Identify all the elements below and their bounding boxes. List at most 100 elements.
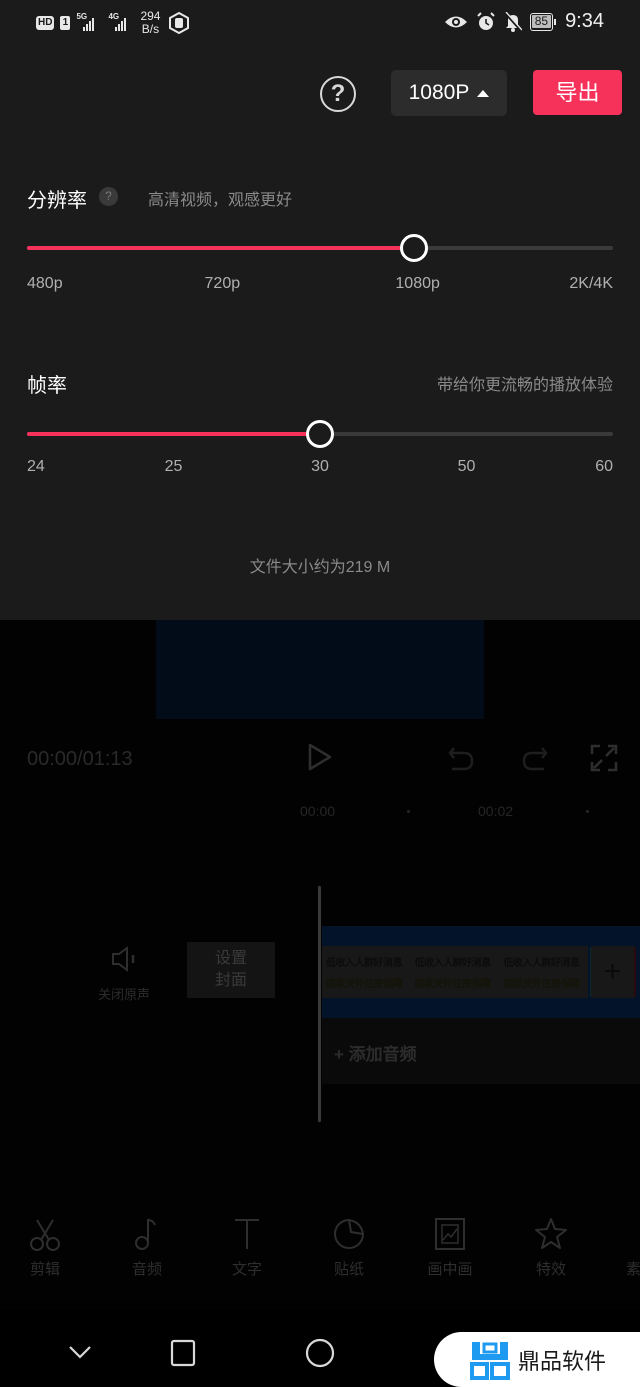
- editor-background: 00:00/01:13 00:00 00:02 关闭原声 设置 封面 低收入人群…: [0, 620, 640, 1310]
- resolution-options: 480p 720p 1080p 2K/4K: [27, 275, 613, 297]
- eye-comfort-icon: [444, 16, 467, 27]
- resolution-option[interactable]: 1080p: [395, 275, 440, 293]
- nav-back-chevron-icon[interactable]: [68, 1344, 92, 1360]
- network-speed: 294 B/s: [140, 10, 160, 36]
- video-clip[interactable]: 低收入人群好消息 国家关怀住房保障 低收入人群好消息 国家关怀住房保障 低收入人…: [322, 946, 588, 998]
- notifications-off-icon: [503, 11, 522, 32]
- audio-track: + 添加音频: [322, 1018, 640, 1084]
- tool-label: 特效: [535, 1261, 566, 1278]
- video-track: 低收入人群好消息 国家关怀住房保障 低收入人群好消息 国家关怀住房保障 低收入人…: [322, 926, 640, 1018]
- frame-rate-option[interactable]: 50: [458, 458, 476, 476]
- resolution-slider-thumb[interactable]: [399, 234, 428, 262]
- fullscreen-icon[interactable]: [590, 744, 618, 772]
- signal-4g-icon: 4G: [108, 12, 128, 31]
- watermark-badge: 鼎品软件: [434, 1332, 640, 1387]
- frame-rate-options: 24 25 30 50 60: [27, 458, 613, 480]
- status-bar: HD 1 5G 4G 294 B/s 85 9:34: [0, 0, 640, 48]
- music-note-icon: [135, 1218, 156, 1250]
- sticker-icon: [334, 1218, 365, 1249]
- alarm-icon: [476, 11, 495, 30]
- nav-recents-icon[interactable]: [170, 1339, 196, 1367]
- add-audio-button[interactable]: + 添加音频: [334, 1040, 417, 1065]
- mute-original-sound-button[interactable]: 关闭原声: [92, 945, 156, 1003]
- frame-rate-option[interactable]: 60: [595, 458, 613, 476]
- resolution-dropdown-value: 1080P: [408, 81, 470, 104]
- frame-text: 低收入人群好消息: [414, 958, 491, 969]
- battery-level: 85: [531, 15, 552, 28]
- signal-5g-icon: 5G: [76, 12, 98, 31]
- star-effect-icon: [535, 1218, 567, 1249]
- clip-frame: 低收入人群好消息 国家关怀住房保障: [499, 946, 588, 998]
- timeline-playhead[interactable]: [318, 886, 321, 1122]
- frame-rate-subtitle: 带给你更流畅的播放体验: [436, 377, 613, 394]
- resolution-option[interactable]: 2K/4K: [569, 275, 613, 293]
- clip-frame: 低收入人群好消息 国家关怀住房保障: [322, 946, 411, 998]
- frame-rate-option[interactable]: 25: [165, 458, 183, 476]
- frame-rate-option[interactable]: 24: [27, 458, 45, 476]
- playback-timecode: 00:00/01:13: [27, 748, 133, 770]
- frame-rate-option[interactable]: 30: [311, 458, 329, 476]
- tool-label: 贴纸: [333, 1261, 364, 1278]
- dingpin-logo-icon: [470, 1341, 510, 1380]
- frame-rate-title: 帧率: [27, 375, 67, 397]
- hand-shield-icon: [169, 12, 190, 34]
- cover-label: 设置: [214, 950, 247, 967]
- scissors-icon: [30, 1219, 60, 1251]
- hd-voice-icon: HD: [36, 16, 55, 30]
- tool-label: 音频: [131, 1261, 162, 1278]
- tool-effects[interactable]: 特效: [516, 1216, 586, 1279]
- frame-text: 低收入人群好消息: [503, 958, 580, 969]
- play-icon[interactable]: [306, 742, 334, 772]
- system-nav-bar: 鼎品软件: [0, 1310, 640, 1387]
- frame-text: 国家关怀住房保障: [326, 979, 402, 990]
- video-preview: [156, 620, 484, 719]
- network-type-label: 5G: [76, 12, 88, 21]
- resolution-option[interactable]: 480p: [27, 275, 63, 293]
- speed-unit: B/s: [141, 22, 160, 36]
- editor-toolbar: 剪辑 音频 文字 贴纸 画中画 特效 素: [0, 1216, 640, 1296]
- export-button[interactable]: 导出: [533, 70, 622, 115]
- frame-text: 国家关怀住房保障: [414, 979, 491, 990]
- resolution-slider-fill: [27, 246, 414, 250]
- add-clip-button[interactable]: +: [590, 946, 636, 998]
- ruler-mark: 00:00: [300, 803, 336, 819]
- nav-home-icon[interactable]: [305, 1338, 335, 1368]
- caret-up-icon: [477, 89, 490, 97]
- tool-material[interactable]: 素: [614, 1216, 640, 1279]
- export-settings-panel: ? 1080P 导出 分辨率 ? 高清视频，观感更好 480p 720p 1080p…: [0, 48, 640, 620]
- ruler-dot: [407, 810, 410, 813]
- tool-text[interactable]: 文字: [212, 1216, 282, 1279]
- resolution-option[interactable]: 720p: [205, 275, 241, 293]
- battery-icon: 85: [529, 12, 557, 31]
- sim-card-icon: 1: [60, 16, 71, 30]
- help-button[interactable]: ?: [320, 76, 356, 112]
- redo-icon[interactable]: [520, 744, 550, 774]
- estimated-file-size: 文件大小约为219 M: [249, 559, 391, 576]
- clock: 9:34: [565, 10, 604, 32]
- tool-picture-in-picture[interactable]: 画中画: [415, 1216, 485, 1279]
- frame-text: 低收入人群好消息: [326, 958, 402, 969]
- watermark-text: 鼎品软件: [518, 1348, 607, 1374]
- frame-rate-slider-thumb[interactable]: [306, 420, 334, 448]
- tool-label: 画中画: [427, 1261, 473, 1278]
- resolution-help-icon[interactable]: ?: [99, 187, 118, 206]
- frame-text: 国家关怀住房保障: [503, 979, 580, 990]
- material-icon: [631, 1216, 640, 1252]
- speaker-icon: [112, 946, 135, 972]
- resolution-dropdown[interactable]: 1080P: [391, 70, 507, 116]
- tool-audio[interactable]: 音频: [112, 1216, 182, 1279]
- ruler-dot: [586, 810, 589, 813]
- resolution-slider[interactable]: [27, 234, 613, 262]
- set-cover-button[interactable]: 设置 封面: [187, 942, 275, 998]
- tool-label: 剪辑: [29, 1261, 60, 1278]
- undo-icon[interactable]: [446, 744, 476, 774]
- picture-in-picture-icon: [435, 1218, 465, 1250]
- ruler-mark: 00:02: [478, 803, 514, 819]
- tool-sticker[interactable]: 贴纸: [314, 1216, 384, 1279]
- mute-label: 关闭原声: [97, 987, 150, 1002]
- frame-rate-slider-fill: [27, 432, 320, 436]
- cover-label: 封面: [214, 972, 247, 989]
- tool-edit[interactable]: 剪辑: [10, 1216, 80, 1279]
- clip-frame: 低收入人群好消息 国家关怀住房保障: [411, 946, 500, 998]
- frame-rate-slider[interactable]: [27, 420, 613, 448]
